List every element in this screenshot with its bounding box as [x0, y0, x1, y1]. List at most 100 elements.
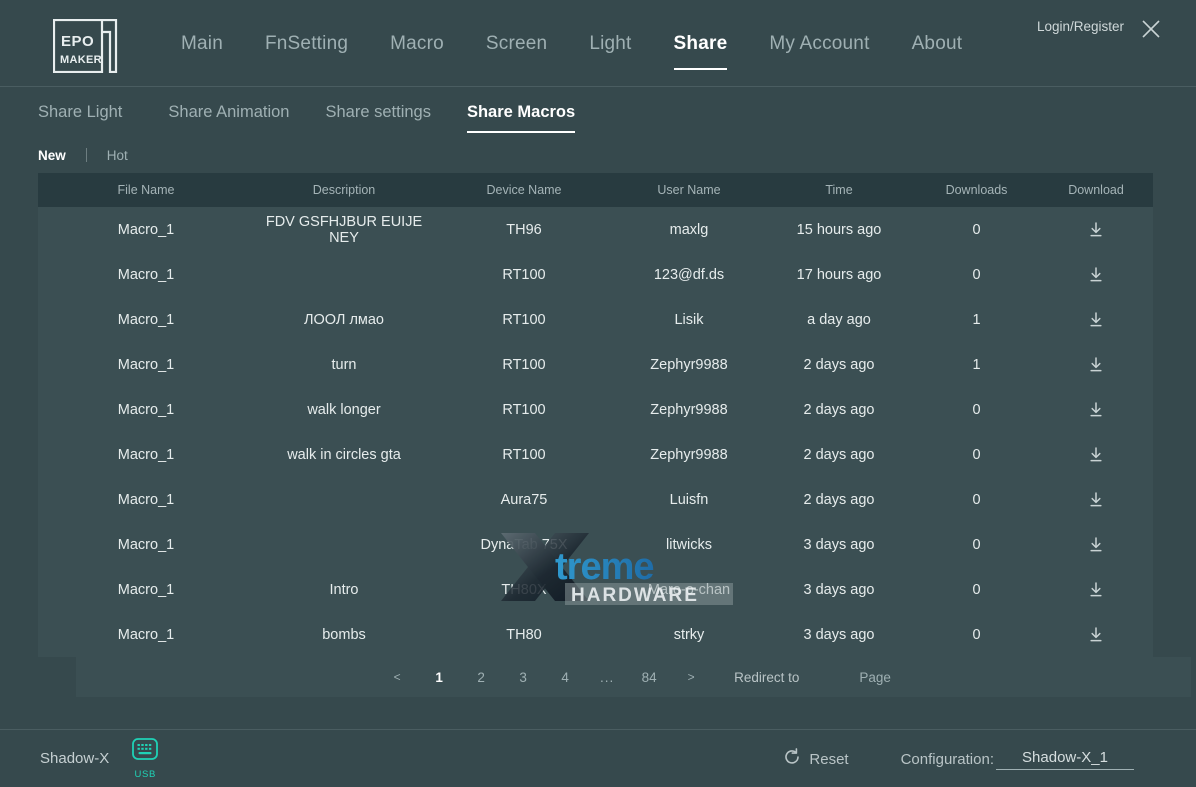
filter-new[interactable]: New	[38, 148, 80, 163]
cell-description	[254, 252, 434, 297]
sort-filters: New Hot	[0, 137, 1196, 173]
nav-item-light[interactable]: Light	[568, 0, 652, 87]
table-header: File Name Description Device Name User N…	[38, 173, 1153, 207]
table-row[interactable]: Macro_1DynaTab 75Xlitwicks3 days ago0	[38, 522, 1153, 567]
download-icon[interactable]	[1087, 311, 1105, 329]
cell-time: 3 days ago	[764, 522, 914, 567]
cell-device-name: Aura75	[434, 477, 614, 522]
cell-file-name: Macro_1	[38, 342, 254, 387]
main-navigation: Main FnSetting Macro Screen Light Share …	[160, 0, 983, 87]
configuration-value[interactable]: Shadow-X_1	[996, 748, 1134, 770]
cell-device-name: RT100	[434, 252, 614, 297]
table-row[interactable]: Macro_1bombsTH80strky3 days ago0	[38, 612, 1153, 657]
pagination-prev[interactable]: <	[386, 665, 408, 689]
cell-file-name: Macro_1	[38, 612, 254, 657]
tab-share-animation[interactable]: Share Animation	[150, 103, 307, 122]
cell-time: 2 days ago	[764, 387, 914, 432]
cell-downloads: 0	[914, 612, 1039, 657]
column-header-downloads[interactable]: Downloads	[914, 173, 1039, 207]
keyboard-icon	[131, 737, 159, 768]
application-window: EPO MAKER Main FnSetting Macro Screen Li…	[0, 0, 1196, 787]
cell-download	[1039, 567, 1153, 612]
pagination-next[interactable]: >	[680, 665, 702, 689]
cell-download	[1039, 432, 1153, 477]
download-icon[interactable]	[1087, 356, 1105, 374]
cell-description	[254, 522, 434, 567]
table-body: Macro_1 FDV GSFHJBUR EUIJE NEYTH96maxlg15…	[38, 207, 1153, 657]
configuration-selector: Configuration: Shadow-X_1	[901, 748, 1134, 770]
pagination-page-1[interactable]: 1	[428, 665, 450, 689]
cell-downloads: 0	[914, 432, 1039, 477]
refresh-icon	[783, 748, 801, 770]
cell-download	[1039, 477, 1153, 522]
download-icon[interactable]	[1087, 581, 1105, 599]
table-row[interactable]: Macro_1walk in circles gtaRT100Zephyr998…	[38, 432, 1153, 477]
login-register-link[interactable]: Login/Register	[1037, 19, 1124, 34]
top-bar: EPO MAKER Main FnSetting Macro Screen Li…	[0, 0, 1196, 87]
table-header-row: File Name Description Device Name User N…	[38, 173, 1153, 207]
download-icon[interactable]	[1087, 491, 1105, 509]
pagination-page-3[interactable]: 3	[512, 665, 534, 689]
cell-device-name: RT100	[434, 342, 614, 387]
reset-button[interactable]: Reset	[783, 748, 848, 770]
cell-time: 2 days ago	[764, 342, 914, 387]
download-icon[interactable]	[1087, 626, 1105, 644]
cell-time: 15 hours ago	[764, 207, 914, 252]
table-row[interactable]: Macro_1ЛООЛ лмаоRT100Lisika day ago1	[38, 297, 1153, 342]
column-header-description[interactable]: Description	[254, 173, 434, 207]
filter-hot[interactable]: Hot	[93, 148, 142, 163]
download-icon[interactable]	[1087, 536, 1105, 554]
column-header-time[interactable]: Time	[764, 173, 914, 207]
cell-description: FDV GSFHJBUR EUIJE NEY	[254, 207, 434, 252]
column-header-user-name[interactable]: User Name	[614, 173, 764, 207]
macros-table-container: File Name Description Device Name User N…	[38, 173, 1153, 697]
tab-share-light[interactable]: Share Light	[38, 103, 150, 122]
download-icon[interactable]	[1087, 266, 1105, 284]
cell-user-name: maxlg	[614, 207, 764, 252]
cell-device-name: RT100	[434, 432, 614, 477]
cell-file-name: Macro_1	[38, 522, 254, 567]
column-header-download[interactable]: Download	[1039, 173, 1153, 207]
download-icon[interactable]	[1087, 401, 1105, 419]
nav-item-share[interactable]: Share	[653, 0, 749, 87]
tab-share-macros[interactable]: Share Macros	[449, 103, 593, 122]
table-row[interactable]: Macro_1Aura75Luisfn2 days ago0	[38, 477, 1153, 522]
download-icon[interactable]	[1087, 221, 1105, 239]
usb-connection-indicator[interactable]: USB	[131, 737, 159, 780]
content-spacer	[0, 697, 1196, 729]
nav-item-fnsetting[interactable]: FnSetting	[244, 0, 369, 87]
download-icon[interactable]	[1087, 446, 1105, 464]
table-row[interactable]: Macro_1FDV GSFHJBUR EUIJE NEYTH96maxlg15…	[38, 207, 1153, 252]
cell-user-name: Zephyr9988	[614, 387, 764, 432]
cell-downloads: 0	[914, 252, 1039, 297]
cell-device-name: TH80	[434, 612, 614, 657]
cell-downloads: 0	[914, 567, 1039, 612]
tab-share-settings[interactable]: Share settings	[307, 103, 448, 122]
cell-download	[1039, 207, 1153, 252]
column-header-file-name[interactable]: File Name	[38, 173, 254, 207]
table-row[interactable]: Macro_1walk longerRT100Zephyr99882 days …	[38, 387, 1153, 432]
reset-label: Reset	[809, 751, 848, 768]
cell-description: walk longer	[254, 387, 434, 432]
close-icon[interactable]	[1134, 12, 1168, 46]
pagination: < 1 2 3 4 ... 84 > Redirect to Page	[76, 657, 1191, 697]
table-row[interactable]: Macro_1RT100123@df.ds17 hours ago0	[38, 252, 1153, 297]
table-row[interactable]: Macro_1IntroTH80XMaro-o-chan3 days ago0	[38, 567, 1153, 612]
footer-bar: Shadow-X USB	[0, 729, 1196, 787]
nav-item-macro[interactable]: Macro	[369, 0, 465, 87]
cell-device-name: TH96	[434, 207, 614, 252]
cell-description: bombs	[254, 612, 434, 657]
nav-item-my-account[interactable]: My Account	[748, 0, 890, 87]
table-row[interactable]: Macro_1turnRT100Zephyr99882 days ago1	[38, 342, 1153, 387]
column-header-device-name[interactable]: Device Name	[434, 173, 614, 207]
pagination-last-page[interactable]: 84	[638, 665, 660, 689]
page-number-input[interactable]	[807, 667, 851, 687]
pagination-page-4[interactable]: 4	[554, 665, 576, 689]
pagination-ellipsis: ...	[596, 665, 618, 689]
nav-item-main[interactable]: Main	[160, 0, 244, 87]
cell-download	[1039, 522, 1153, 567]
cell-device-name: RT100	[434, 297, 614, 342]
nav-item-about[interactable]: About	[891, 0, 984, 87]
pagination-page-2[interactable]: 2	[470, 665, 492, 689]
nav-item-screen[interactable]: Screen	[465, 0, 568, 87]
